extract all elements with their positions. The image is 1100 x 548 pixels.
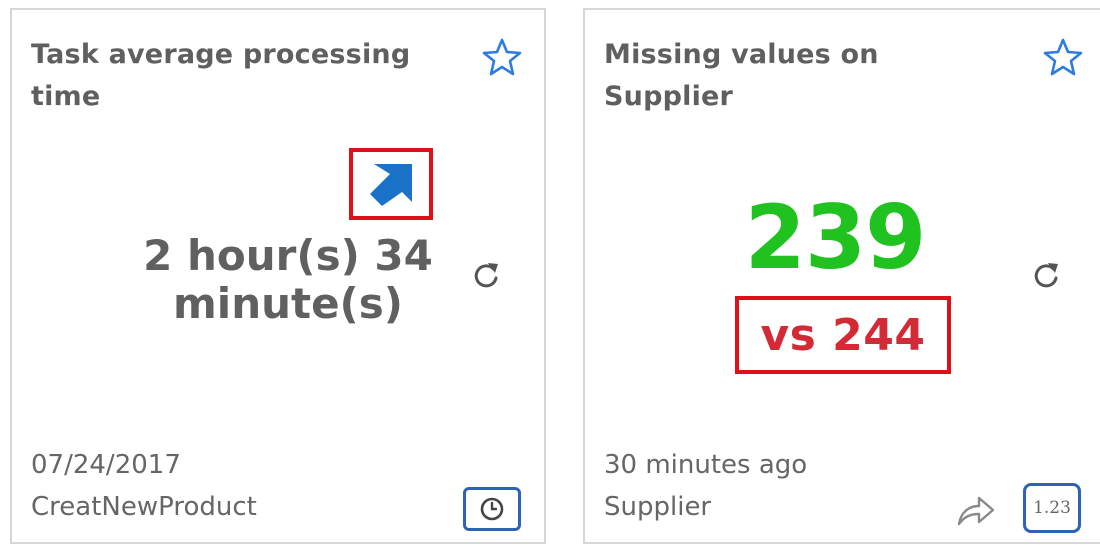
- number-format-button[interactable]: 1.23: [1023, 483, 1081, 533]
- refresh-icon[interactable]: [468, 258, 504, 294]
- kpi-value: 239: [744, 186, 927, 289]
- favorite-star-icon[interactable]: [482, 37, 522, 77]
- trend-indicator-highlight: [349, 148, 433, 220]
- arrow-up-right-icon: [370, 164, 412, 206]
- last-updated-time: 30 minutes ago: [604, 450, 808, 480]
- clock-icon: [480, 497, 504, 521]
- favorite-star-icon[interactable]: [1043, 37, 1083, 77]
- kpi-card-missing-values[interactable]: Missing values on Supplier 239 vs 244 30…: [583, 8, 1100, 544]
- card-title: Missing values on Supplier: [604, 39, 879, 112]
- share-arrow-icon[interactable]: [955, 492, 997, 528]
- comparison-value: vs 244: [760, 309, 926, 361]
- last-updated-date: 07/24/2017: [31, 450, 181, 480]
- card-title: Task average processing time: [31, 39, 411, 112]
- comparison-highlight: vs 244: [735, 296, 951, 374]
- source-name: Supplier: [604, 492, 712, 522]
- kpi-card-task-processing-time[interactable]: Task average processing time 2 hour(s) 3…: [10, 8, 546, 544]
- source-name: CreatNewProduct: [31, 492, 257, 522]
- refresh-icon[interactable]: [1028, 258, 1064, 294]
- number-format-icon: 1.23: [1033, 498, 1071, 518]
- duration-value: 2 hour(s) 34 minute(s): [143, 231, 433, 328]
- schedule-button[interactable]: [463, 487, 521, 531]
